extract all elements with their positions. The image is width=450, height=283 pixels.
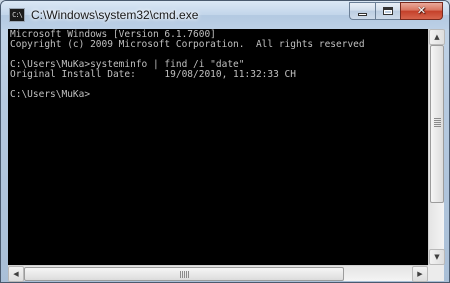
- minimize-button[interactable]: [349, 2, 375, 20]
- cmd-window: C:\ C:\Windows\system32\cmd.exe ✕ Micros…: [0, 0, 450, 283]
- vertical-scrollbar[interactable]: ▲ ▼: [428, 29, 445, 265]
- vertical-scroll-thumb[interactable]: [430, 45, 444, 203]
- console-output[interactable]: Microsoft Windows [Version 6.1.7600] Cop…: [8, 29, 428, 265]
- close-button[interactable]: ✕: [400, 2, 443, 20]
- window-title: C:\Windows\system32\cmd.exe: [31, 8, 199, 22]
- title-bar[interactable]: C:\ C:\Windows\system32\cmd.exe ✕: [1, 1, 449, 29]
- scroll-up-button[interactable]: ▲: [429, 29, 445, 45]
- console-line: Original Install Date: 19/08/2010, 11:32…: [10, 69, 296, 80]
- horizontal-scroll-thumb[interactable]: [24, 267, 344, 281]
- close-icon: ✕: [416, 4, 427, 17]
- horizontal-scrollbar[interactable]: ◀ ▶: [8, 265, 428, 282]
- scroll-right-button[interactable]: ▶: [412, 266, 428, 282]
- scroll-down-button[interactable]: ▼: [429, 249, 445, 265]
- minimize-icon: [358, 13, 367, 16]
- maximize-icon: [383, 7, 393, 15]
- scroll-left-button[interactable]: ◀: [8, 266, 24, 282]
- caption-buttons: ✕: [349, 2, 443, 20]
- cmd-icon[interactable]: C:\: [9, 8, 25, 22]
- console-line: Copyright (c) 2009 Microsoft Corporation…: [10, 39, 365, 50]
- resize-grip[interactable]: [428, 265, 444, 281]
- maximize-button[interactable]: [375, 2, 400, 20]
- grip-icon: [434, 118, 441, 127]
- console-prompt[interactable]: C:\Users\MuKa>: [10, 90, 426, 100]
- grip-icon: [180, 271, 189, 278]
